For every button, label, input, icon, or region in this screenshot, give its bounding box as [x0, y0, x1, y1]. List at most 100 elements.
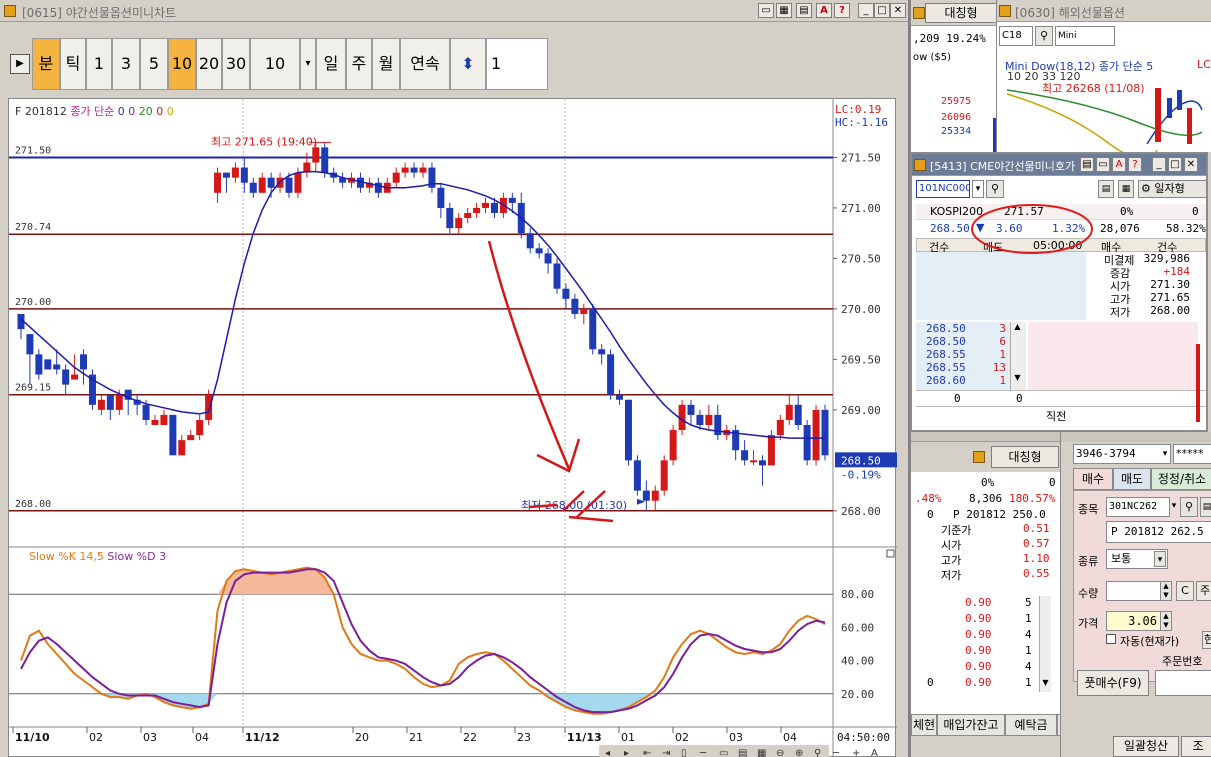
auto-price-button[interactable]: 현 [1202, 631, 1211, 649]
qty-spinner-icon[interactable]: ▲ ▼ [1160, 581, 1172, 601]
toolbar-button-0[interactable]: 분 [32, 38, 60, 90]
restore-button[interactable]: □ [874, 3, 890, 18]
ask-price[interactable]: 268.50 [926, 335, 966, 348]
quote-layout-icon[interactable]: ▭ [1096, 157, 1110, 172]
quote-code-dropdown-icon[interactable]: ▾ [972, 180, 984, 198]
chart-control-icon[interactable]: A [871, 748, 878, 757]
close-button[interactable]: ✕ [890, 3, 906, 18]
scroll-down-icon[interactable]: ▼ [1011, 373, 1024, 382]
chart-control-icon[interactable]: ⇤ [643, 748, 651, 757]
period-button-2[interactable]: 월 [372, 38, 400, 90]
toolbar-button-2[interactable]: 1 [86, 38, 112, 90]
option-title-bar[interactable] [911, 432, 1060, 442]
qty-c-button[interactable]: C [1176, 581, 1194, 601]
chart-control-icon[interactable]: ─ [699, 748, 707, 757]
chart-control-icon[interactable]: ▭ [719, 748, 728, 757]
count-input[interactable]: 1 [486, 38, 548, 90]
ask-price[interactable]: 268.55 [926, 348, 966, 361]
chart-control-icon[interactable]: ─ [832, 748, 840, 757]
quote-min-button[interactable]: _ [1152, 157, 1166, 172]
period-button-1[interactable]: 주 [346, 38, 372, 90]
option-scroll-down-icon[interactable]: ▼ [1040, 678, 1051, 687]
order-tab[interactable]: 매수 [1073, 468, 1113, 490]
main-title-bar[interactable]: [0615] 야간선물옵션미니차트 ▭ ▦ ▤ A ? _ □ ✕ [0, 0, 908, 22]
layout-icon[interactable]: ▭ [758, 3, 774, 18]
chart-control-icon[interactable]: ▤ [738, 748, 747, 757]
quote-font-icon[interactable]: A [1112, 157, 1126, 172]
collapse-arrow-icon[interactable]: ▶ [10, 54, 30, 74]
ask-price[interactable]: 268.60 [926, 374, 966, 387]
price-spinner-icon[interactable]: ▲ ▼ [1160, 611, 1172, 631]
option-symmetric-button[interactable]: 대칭형 [991, 446, 1059, 468]
quote-help-icon[interactable]: ? [1128, 157, 1142, 172]
scroll-up-icon[interactable]: ▲ [1011, 322, 1024, 331]
chart-control-icon[interactable]: ⇥ [662, 748, 670, 757]
qty-side-button[interactable]: 주 [1196, 581, 1211, 601]
option-bid-price[interactable]: 0.90 [965, 612, 992, 625]
order-tab[interactable]: 정정/취소 [1151, 468, 1211, 490]
print-icon[interactable]: ▤ [796, 3, 812, 18]
option-bid-price[interactable]: 0.90 [965, 628, 992, 641]
order-no-field[interactable] [1155, 670, 1211, 696]
option-bid-price[interactable]: 0.90 [965, 660, 992, 673]
panel-close-icon[interactable] [886, 549, 895, 558]
chart-control-icon[interactable]: ⊕ [795, 748, 803, 757]
quote-search-icon[interactable]: ⚲ [986, 180, 1004, 198]
extra-bottom-button[interactable]: 조 [1181, 736, 1211, 757]
password-field[interactable]: ***** [1173, 444, 1211, 464]
quote-doc-icon[interactable]: ▤ [1098, 180, 1114, 198]
option-bid-price[interactable]: 0.90 [965, 596, 992, 609]
order-tab[interactable]: 매도 [1113, 468, 1151, 490]
quote-print-icon[interactable]: ▤ [1080, 157, 1094, 172]
option-bid-price[interactable]: 0.90 [965, 644, 992, 657]
auto-price-checkbox[interactable] [1106, 634, 1116, 644]
toolbar-button-6[interactable]: 20 [196, 38, 222, 90]
chart-area[interactable]: 271.50 271.00 270.50 270.00 269.50 269.00 268.… [8, 98, 897, 757]
toolbar-button-5[interactable]: 10 [168, 38, 196, 90]
toolbar-button-3[interactable]: 3 [112, 38, 140, 90]
dow-search-icon[interactable]: ⚲ [1035, 26, 1053, 46]
chart-control-icon[interactable]: + [852, 748, 860, 757]
period-value-field[interactable]: 10 [250, 38, 300, 90]
quote-copy-icon[interactable]: ▦ [1118, 180, 1134, 198]
order-doc-icon[interactable]: ▤ [1200, 497, 1211, 517]
bottom-tab[interactable]: 체현황 [911, 714, 937, 752]
minimize-button[interactable]: _ [858, 3, 874, 18]
quote-title-bar[interactable]: [5413] CME야간선물미니호가 ▤ ▭ A ? _ □ ✕ [912, 154, 1206, 176]
option-bid-price[interactable]: 0.90 [965, 676, 992, 689]
chart-control-icon[interactable]: ▯ [681, 748, 687, 757]
order-search-icon[interactable]: ⚲ [1180, 497, 1198, 517]
order-code-dropdown-icon[interactable]: ▾ [1168, 497, 1180, 517]
chart-control-icon[interactable]: ◂ [605, 748, 610, 757]
period-dropdown-icon[interactable]: ▾ [300, 38, 316, 90]
ask-scrollbar[interactable]: ▲ ▼ [1010, 322, 1024, 390]
spin-arrows-icon[interactable]: ⬍ [450, 38, 486, 90]
period-button-0[interactable]: 일 [316, 38, 346, 90]
quote-close-button[interactable]: ✕ [1184, 157, 1198, 172]
chart-svg[interactable]: 271.50 271.00 270.50 270.00 269.50 269.00 268.… [9, 99, 897, 757]
ask-price[interactable]: 268.50 [926, 322, 966, 335]
font-icon[interactable]: A [816, 3, 832, 18]
toolbar-button-4[interactable]: 5 [140, 38, 168, 90]
quote-max-button[interactable]: □ [1168, 157, 1182, 172]
option-scrollbar[interactable]: ▼ [1039, 596, 1051, 692]
dow-code-field[interactable]: C18 [999, 26, 1033, 46]
toolbar-button-7[interactable]: 30 [222, 38, 250, 90]
ask-price[interactable]: 268.55 [926, 361, 966, 374]
help-icon[interactable]: ? [834, 3, 850, 18]
account-field[interactable]: 3946-3794 [1073, 444, 1171, 464]
chart-control-icon[interactable]: ▦ [757, 748, 766, 757]
grid-icon[interactable]: ▦ [776, 3, 792, 18]
account-dropdown-icon[interactable]: ▾ [1159, 446, 1171, 462]
chart-control-icon[interactable]: ⊖ [776, 748, 784, 757]
symmetric-button[interactable]: 대칭형 [925, 3, 996, 23]
put-buy-button[interactable]: 풋매수(F9) [1077, 670, 1149, 696]
chart-control-icon[interactable]: ⚲ [814, 748, 821, 757]
order-type-dropdown-icon[interactable]: ▾ [1154, 551, 1166, 567]
quote-code-field[interactable]: 101NC000 [916, 180, 970, 198]
dow-name-field[interactable]: Mini Dow(18,12) [1055, 26, 1115, 46]
bottom-tab[interactable]: 예탁금 [1005, 714, 1057, 736]
daily-view-button[interactable]: ⚙ 일자형 [1138, 180, 1206, 198]
chart-control-icon[interactable]: ▸ [624, 748, 629, 757]
dow-title-bar[interactable]: [0630] 해외선물옵션 [997, 0, 1211, 22]
